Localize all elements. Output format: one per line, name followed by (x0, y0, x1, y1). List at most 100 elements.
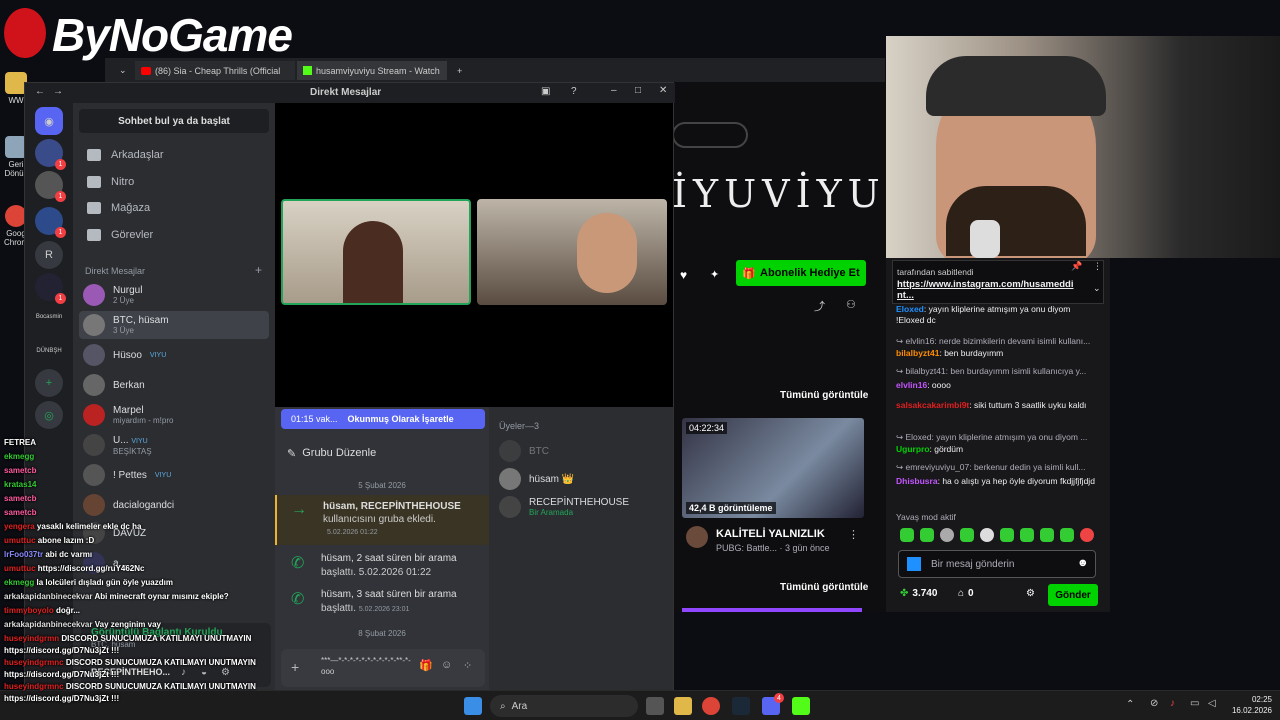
server-icon[interactable]: 1 (35, 139, 66, 170)
server-bocasmin[interactable]: Bocasmin (35, 303, 63, 331)
member-item[interactable]: hüsam 👑 (495, 465, 685, 493)
clock[interactable]: 02:25 16.02.2026 (1228, 694, 1272, 716)
server-icon[interactable]: 1 (35, 273, 66, 304)
emote-icon[interactable] (900, 528, 914, 542)
view-all-link[interactable]: Tümünü görüntüle (780, 390, 868, 401)
discord-icon[interactable]: 4 (762, 693, 784, 715)
slow-mode-label: Yavaş mod aktif (896, 512, 956, 522)
dm-item[interactable]: Hüsoo VIYU (79, 341, 269, 369)
volume-icon[interactable]: ◁ (1208, 698, 1216, 709)
back-arrow-icon[interactable]: ← (35, 86, 45, 97)
kick-app-icon[interactable] (792, 697, 810, 715)
video-meta: PUBG: Battle... · 3 gün önce (716, 543, 830, 553)
chrome-icon[interactable] (702, 697, 720, 715)
member-item[interactable]: RECEPİNTHEHOUSE Bir Aramada (495, 493, 685, 521)
emoji-icon[interactable]: ☺ (441, 659, 452, 671)
heart-icon[interactable]: ♥ (680, 268, 687, 282)
video-title[interactable]: KALİTELİ YALNIZLIK (716, 528, 825, 540)
window-title: Direkt Mesajlar (310, 87, 382, 98)
task-view-icon[interactable] (646, 697, 664, 715)
chevron-up-icon[interactable]: ⌃ (1126, 699, 1134, 710)
nav-quests[interactable]: Görevler (81, 223, 267, 247)
follow-user-icon[interactable]: ⚇ (846, 298, 856, 311)
nav-friends[interactable]: Arkadaşlar (81, 143, 267, 167)
sparkle-icon[interactable]: ✦ (710, 268, 719, 281)
gift-sub-button[interactable]: 🎁 Abonelik Hediye Et (736, 260, 866, 286)
video-thumbnail[interactable]: 04:22:34 42,4 B görüntüleme (682, 418, 864, 518)
new-dm-plus-icon[interactable]: + (255, 263, 262, 277)
emote-icon[interactable] (1040, 528, 1054, 542)
network-icon[interactable]: ⊘ (1150, 698, 1158, 709)
emote-icon[interactable] (960, 528, 974, 542)
explore-icon[interactable]: ◎ (35, 401, 63, 429)
participant-figure (577, 213, 637, 293)
inbox-icon[interactable]: ▣ (541, 86, 550, 97)
channel-avatar[interactable] (686, 526, 708, 548)
unread-bar[interactable]: 01:15 vak... Okunmuş Olarak İşaretle (281, 409, 485, 429)
avatar (83, 284, 105, 306)
close-icon[interactable]: ✕ (659, 85, 667, 96)
dm-item-selected[interactable]: BTC, hüsam 3 Üye (79, 311, 269, 339)
dm-item[interactable]: Marpel miyardım - m!pro (79, 401, 269, 429)
message-input[interactable]: + ***—*-*-*-*-*-*-*-*-*-*-**-*-ooo 🎁 ☺ ⁘ (281, 649, 485, 687)
chat-input[interactable]: Bir mesaj gönderin ☻ (898, 550, 1096, 578)
reward-count[interactable]: ⌂ 0 (958, 588, 974, 599)
dm-header: Direkt Mesajlar (85, 266, 146, 276)
video-tile-participant[interactable] (281, 199, 471, 305)
avatar (83, 314, 105, 336)
settings-gear-icon[interactable]: ⚙ (1026, 588, 1035, 599)
add-server-icon[interactable]: + (35, 369, 63, 397)
chevron-down-icon[interactable]: ⌄ (1093, 283, 1101, 294)
search-box[interactable] (672, 122, 748, 148)
taskbar-search[interactable]: ⌕ Ara (490, 695, 638, 717)
emote-icon[interactable] (1020, 528, 1034, 542)
nav-nitro[interactable]: Nitro (81, 170, 267, 194)
emote-icon[interactable] (1060, 528, 1074, 542)
more-options-icon[interactable]: ⋮ (848, 528, 859, 541)
new-tab-button[interactable]: + (451, 61, 468, 80)
help-icon[interactable]: ? (571, 86, 577, 97)
discord-home-icon[interactable]: ◉ (35, 107, 63, 135)
view-all-link[interactable]: Tümünü görüntüle (780, 582, 868, 593)
server-r[interactable]: R (35, 241, 63, 269)
emote-icon[interactable] (1080, 528, 1094, 542)
edit-group-button[interactable]: ✎ Grubu Düzenle (287, 441, 467, 465)
windows-start-icon[interactable] (464, 697, 482, 715)
nav-shop[interactable]: Mağaza (81, 196, 267, 220)
forward-arrow-icon[interactable]: → (53, 86, 63, 97)
share-icon[interactable]: ⤴ (814, 298, 825, 314)
emote-icon[interactable] (940, 528, 954, 542)
steam-icon[interactable] (732, 697, 750, 715)
dm-item[interactable]: Berkan (79, 371, 269, 399)
microphone (970, 220, 1000, 258)
more-options-icon[interactable]: ⋮ (1093, 261, 1102, 272)
emote-icon[interactable] (920, 528, 934, 542)
emote-bar (900, 528, 1096, 544)
dm-item[interactable]: Nurgul 2 Üye (79, 281, 269, 309)
bits-icon[interactable] (907, 557, 921, 571)
server-icon[interactable]: 1 (35, 171, 66, 202)
emote-icon[interactable] (1000, 528, 1014, 542)
search-input[interactable]: Sohbet bul ya da başlat (79, 109, 269, 133)
video-tile-husam[interactable] (477, 199, 667, 305)
apps-icon[interactable]: ⁘ (463, 659, 472, 672)
file-explorer-icon[interactable] (674, 697, 692, 715)
phone-icon: ✆ (291, 555, 305, 572)
browser-tab-kick[interactable]: husamviyuviyu Stream - Watch (297, 61, 447, 80)
date-divider: 8 Şubat 2026 (358, 629, 406, 638)
attach-plus-icon[interactable]: + (291, 659, 299, 675)
quests-icon (87, 229, 101, 241)
maximize-icon[interactable]: □ (635, 85, 641, 96)
emote-icon[interactable] (980, 528, 994, 542)
streamer-cap (926, 56, 1106, 116)
server-icon[interactable]: 1 (35, 207, 66, 238)
channel-points[interactable]: ✤ 3.740 (900, 588, 937, 599)
emoji-icon[interactable]: ☻ (1077, 557, 1089, 569)
server-dunbsh[interactable]: DÜNBŞH (35, 337, 63, 365)
send-button[interactable]: Gönder (1048, 584, 1098, 606)
minimize-icon[interactable]: – (611, 85, 617, 96)
display-icon[interactable]: ▭ (1190, 698, 1199, 709)
microphone-icon[interactable]: ♪ (1170, 698, 1175, 709)
member-item[interactable]: BTC (495, 437, 685, 465)
gift-icon[interactable]: 🎁 (419, 659, 433, 672)
